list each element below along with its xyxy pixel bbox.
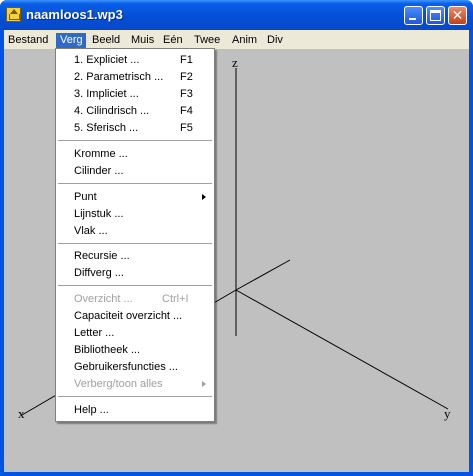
menu-item-recursie[interactable]: Recursie ...	[56, 248, 214, 264]
maximize-button[interactable]	[426, 6, 445, 25]
submenu-arrow-icon	[202, 194, 206, 200]
menu-anim[interactable]: Anim	[232, 33, 258, 48]
menu-item-bibliotheek[interactable]: Bibliotheek ...	[56, 342, 214, 358]
menu-bestand[interactable]: Bestand	[8, 33, 52, 48]
menu-beeld[interactable]: Beeld	[92, 33, 124, 48]
x-axis-label: x	[18, 406, 25, 421]
menu-item-cilinder[interactable]: Cilinder ...	[56, 163, 214, 179]
menu-item-diffverg[interactable]: Diffverg ...	[56, 265, 214, 281]
maximize-icon	[430, 10, 441, 21]
menu-item-overzicht: Overzicht ... Ctrl+I	[74, 293, 189, 305]
menu-item-letter[interactable]: Letter ...	[56, 325, 214, 341]
menu-item-sferisch[interactable]: 5. Sferisch ... F5	[56, 120, 214, 136]
menu-separator	[58, 140, 212, 142]
y-axis-label: y	[444, 406, 451, 421]
menu-item-impliciet[interactable]: 3. Impliciet ... F3	[56, 86, 214, 102]
menu-separator	[58, 243, 212, 245]
menu-item-lijnstuk[interactable]: Lijnstuk ...	[56, 206, 214, 222]
window-title: naamloos1.wp3	[26, 7, 123, 22]
app-icon[interactable]	[6, 7, 21, 22]
x-axis-negative	[235, 259, 291, 291]
close-icon: ✕	[451, 7, 464, 23]
menu-item-vlak[interactable]: Vlak ...	[56, 223, 214, 239]
minimize-button[interactable]	[404, 6, 423, 25]
close-button[interactable]: ✕	[448, 6, 467, 25]
menu-div[interactable]: Div	[267, 33, 287, 48]
menu-verg[interactable]: Verg	[56, 33, 86, 48]
menu-item-capaciteit-overzicht[interactable]: Capaciteit overzicht ...	[56, 308, 214, 324]
menu-item-parametrisch[interactable]: 2. Parametrisch ... F2	[56, 69, 214, 85]
minimize-icon	[409, 18, 416, 20]
menu-separator	[58, 396, 212, 398]
menu-twee[interactable]: Twee	[194, 33, 224, 48]
menu-item-cilindrisch[interactable]: 4. Cilindrisch ... F4	[56, 103, 214, 119]
z-axis-label: z	[232, 55, 238, 70]
menu-muis[interactable]: Muis	[131, 33, 157, 48]
menu-item-gebruikersfuncties[interactable]: Gebruikersfuncties ...	[56, 359, 214, 375]
title-bar[interactable]: naamloos1.wp3 ✕	[0, 0, 473, 30]
y-axis	[235, 289, 449, 410]
menu-separator	[58, 285, 212, 287]
menu-item-verberg-toon-alles: Verberg/toon alles	[56, 376, 214, 392]
menu-item-help[interactable]: Help ...	[56, 402, 214, 418]
menu-item-kromme[interactable]: Kromme ...	[56, 146, 214, 162]
submenu-arrow-icon	[202, 381, 206, 387]
menu-separator	[58, 183, 212, 185]
menu-bar: Bestand Verg Beeld Muis Eén Twee Anim Di…	[4, 30, 469, 49]
menu-item-punt[interactable]: Punt	[56, 189, 214, 205]
verg-dropdown-menu: 1. Expliciet ... F1 2. Parametrisch ... F2…	[55, 48, 215, 422]
menu-een[interactable]: Eén	[163, 33, 185, 48]
menu-item-expliciet[interactable]: 1. Expliciet ... F1	[56, 52, 214, 68]
